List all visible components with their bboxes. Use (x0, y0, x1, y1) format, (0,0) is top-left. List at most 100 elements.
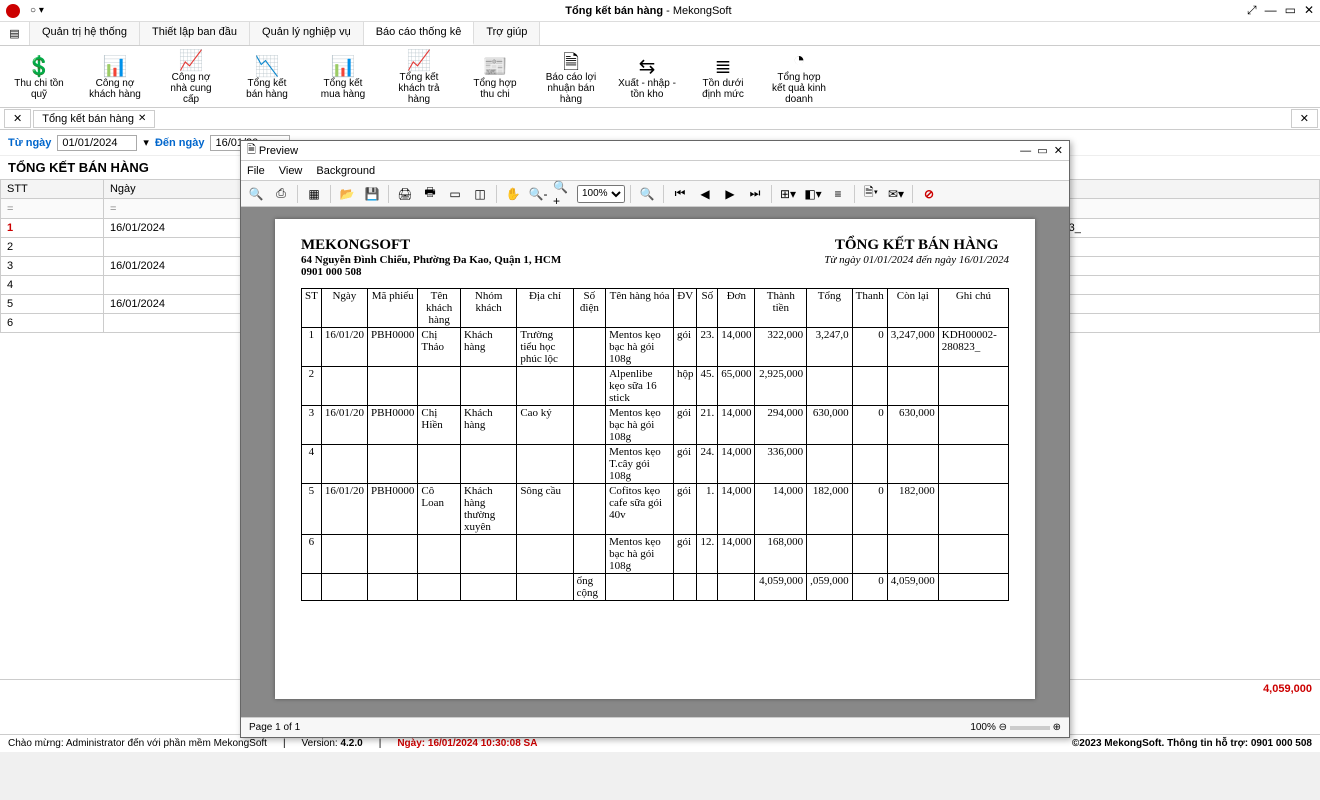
ribbon-btn-10[interactable]: ◔Tổng hợp kết quả kinh doanh (770, 52, 828, 101)
doc-tab-close-right[interactable]: ✕ (1291, 109, 1318, 128)
rpt-cell: gói (673, 484, 697, 535)
preview-title: Preview (259, 145, 298, 157)
maximize-icon[interactable]: ▭ (1285, 3, 1296, 18)
tool-search-icon[interactable]: 🔍 (245, 184, 267, 204)
tool-zoom-fit-icon[interactable]: 🔍 (636, 184, 658, 204)
tool-next-page-icon[interactable]: ▶ (719, 184, 741, 204)
tool-print-icon[interactable]: 🖨 (394, 184, 416, 204)
tool-prev-page-icon[interactable]: ◀ (694, 184, 716, 204)
ribbon-btn-3[interactable]: 📉Tổng kết bán hàng (238, 52, 296, 101)
main-tab-3[interactable]: Báo cáo thống kê (364, 22, 475, 45)
preview-title-icon: 🗎 (247, 141, 256, 160)
tool-zoomin-icon[interactable]: 🔍+ (552, 184, 574, 204)
to-date-label: Đến ngày (155, 137, 205, 149)
tool-pagesetup-icon[interactable]: ▭ (444, 184, 466, 204)
tool-close-icon[interactable]: ⊘ (918, 184, 940, 204)
rpt-cell: Cô Loan (418, 484, 461, 535)
ribbon-btn-8[interactable]: ⇆Xuất - nhập - tồn kho (618, 52, 676, 101)
main-tab-2[interactable]: Quản lý nghiệp vụ (250, 22, 364, 45)
ribbon-icon: 📰 (483, 54, 508, 78)
tool-first-page-icon[interactable]: ⏮ (669, 184, 691, 204)
doc-tab-close-icon[interactable]: ✕ (138, 113, 146, 124)
rpt-cell (887, 445, 938, 484)
tool-export-icon[interactable]: 🗎▾ (860, 184, 882, 204)
ribbon-btn-4[interactable]: 📊Tổng kết mua hàng (314, 52, 372, 101)
grid-header[interactable]: STT (1, 180, 104, 199)
doc-tab-active[interactable]: Tổng kết bán hàng ✕ (33, 110, 155, 128)
grid-cell: 3 (1, 257, 104, 276)
ribbon-label: Tồn dưới định mức (694, 78, 752, 100)
tool-zoomout-icon[interactable]: 🔍- (527, 184, 549, 204)
tool-save-icon[interactable]: 💾 (361, 184, 383, 204)
rpt-total-cell (718, 574, 755, 601)
from-date-input[interactable] (57, 135, 137, 151)
ribbon-icon: ◔ (793, 49, 805, 72)
rpt-cell (807, 535, 853, 574)
rpt-cell: 14,000 (718, 484, 755, 535)
doc-tab-close-left[interactable]: ✕ (4, 109, 31, 128)
main-tab-1[interactable]: Thiết lập ban đầu (140, 22, 250, 45)
preview-minimize-icon[interactable]: — (1020, 145, 1031, 157)
ribbon-collapse-icon[interactable]: ⤢ (1247, 3, 1257, 18)
rpt-cell: gói (673, 445, 697, 484)
rpt-cell: Mentos kẹo bạc hà gói 108g (606, 535, 674, 574)
ribbon-btn-2[interactable]: 📈Công nợ nhà cung cấp (162, 52, 220, 101)
preview-close-icon[interactable]: ✕ (1054, 144, 1063, 157)
minimize-icon[interactable]: — (1265, 3, 1277, 18)
tool-customize-icon[interactable]: ⎙ (270, 184, 292, 204)
ribbon-btn-6[interactable]: 📰Tổng hợp thu chi (466, 52, 524, 101)
tool-hand-icon[interactable]: ✋ (502, 184, 524, 204)
rpt-cell: 12. (697, 535, 718, 574)
rpt-cell: 630,000 (807, 406, 853, 445)
ribbon-label: Thu chi tồn quỹ (10, 78, 68, 100)
rpt-cell (517, 535, 573, 574)
preview-menu-background[interactable]: Background (316, 165, 375, 177)
main-tab-0[interactable]: Quản trị hệ thống (30, 22, 140, 45)
tool-thumbnails-icon[interactable]: ▦ (303, 184, 325, 204)
quick-access-dropdown[interactable]: ○ ▾ (24, 5, 50, 16)
preview-menu-file[interactable]: File (247, 165, 265, 177)
ribbon-btn-0[interactable]: 💲Thu chi tồn quỹ (10, 52, 68, 101)
report-phone: 0901 000 508 (301, 266, 561, 278)
ribbon-label: Xuất - nhập - tồn kho (618, 78, 676, 100)
ribbon-label: Công nợ nhà cung cấp (162, 72, 220, 105)
rpt-cell: 14,000 (718, 535, 755, 574)
rpt-cell: 14,000 (718, 406, 755, 445)
ribbon-btn-1[interactable]: 📊Công nợ khách hàng (86, 52, 144, 101)
from-date-picker-icon[interactable]: ▾ (143, 136, 149, 149)
tool-multipage-icon[interactable]: ⊞▾ (777, 184, 799, 204)
tool-watermark-icon[interactable]: ≡ (827, 184, 849, 204)
ribbon-btn-5[interactable]: 📈Tổng kết khách trả hàng (390, 52, 448, 101)
main-tab-4[interactable]: Trợ giúp (474, 22, 540, 45)
rpt-row: 4Mentos kẹo T.cây gói 108ggói24.14,00033… (302, 445, 1009, 484)
ribbon-label: Tổng kết bán hàng (238, 78, 296, 100)
tool-scale-icon[interactable]: ◫ (469, 184, 491, 204)
tool-color-icon[interactable]: ◧▾ (802, 184, 824, 204)
tool-quickprint-icon[interactable]: 🖶 (419, 184, 441, 204)
preview-zoomout-btn[interactable]: ⊖ (996, 722, 1010, 733)
tool-open-icon[interactable]: 📂 (336, 184, 358, 204)
rpt-header: Ghi chú (938, 289, 1008, 328)
grid-cell: 1 (1, 219, 104, 238)
tool-last-page-icon[interactable]: ⏭ (744, 184, 766, 204)
ribbon-btn-7[interactable]: 🗎Báo cáo lợi nhuận bán hàng (542, 52, 600, 101)
rpt-cell (852, 535, 887, 574)
report-address: 64 Nguyễn Đình Chiểu, Phường Đa Kao, Quậ… (301, 254, 561, 266)
rpt-cell: 4 (302, 445, 322, 484)
rpt-total-cell (697, 574, 718, 601)
rpt-cell: PBH0000 (367, 484, 417, 535)
rpt-row: 516/01/20PBH0000Cô LoanKhách hàng thường… (302, 484, 1009, 535)
preview-body[interactable]: MEKONGSOFT 64 Nguyễn Đình Chiểu, Phường … (241, 207, 1069, 717)
close-icon[interactable]: ✕ (1304, 3, 1314, 18)
ribbon-label: Tổng kết khách trả hàng (390, 72, 448, 105)
file-tab[interactable]: ▤ (0, 22, 30, 45)
preview-zoom-slider[interactable] (1010, 726, 1050, 730)
preview-zoomin-btn[interactable]: ⊕ (1050, 722, 1061, 733)
rpt-total-cell (367, 574, 417, 601)
preview-maximize-icon[interactable]: ▭ (1037, 144, 1047, 157)
tool-zoom-select[interactable]: 100% (577, 185, 625, 203)
rpt-cell: 336,000 (755, 445, 807, 484)
tool-send-icon[interactable]: ✉▾ (885, 184, 907, 204)
preview-menu-view[interactable]: View (279, 165, 303, 177)
ribbon-btn-9[interactable]: ≣Tồn dưới định mức (694, 52, 752, 101)
